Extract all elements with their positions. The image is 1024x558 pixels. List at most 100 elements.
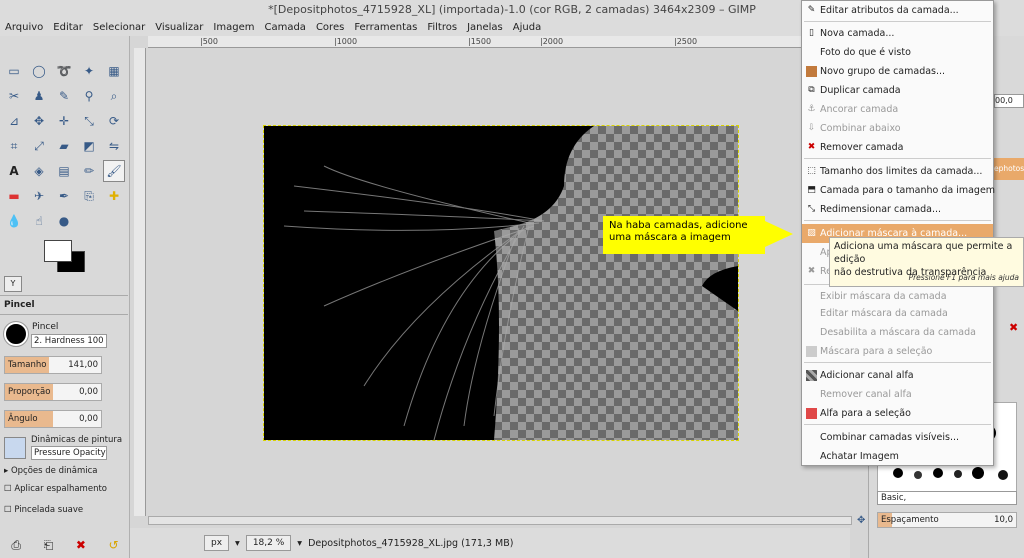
menu-ajuda[interactable]: Ajuda xyxy=(508,20,546,36)
paintbrush-icon[interactable]: 🖌 xyxy=(103,160,125,182)
color-picker-icon[interactable]: ⚲ xyxy=(78,85,100,107)
clone-icon[interactable]: ⎘ xyxy=(78,185,100,207)
align-icon[interactable]: ✛ xyxy=(53,110,75,132)
menu-item-layer-to-image-size[interactable]: ⬒ Camada para o tamanho da imagem xyxy=(802,181,995,200)
ink-icon[interactable]: ✒ xyxy=(53,185,75,207)
menu-item-alpha-to-selection[interactable]: Alfa para a seleção xyxy=(802,404,993,423)
menu-item-boundary-size[interactable]: ⬚ Tamanho dos limites da camada... xyxy=(802,162,993,181)
tool-options-tab[interactable]: Y xyxy=(4,276,22,292)
menu-arquivo[interactable]: Arquivo xyxy=(0,20,48,36)
brush-preview[interactable] xyxy=(3,321,29,347)
menu-item-new-layer[interactable]: ▯ Nova camada... xyxy=(802,24,993,43)
reset-options-icon[interactable]: ↺ xyxy=(109,538,119,552)
smudge-icon[interactable]: ☝ xyxy=(28,210,50,232)
menu-item-flatten[interactable]: Achatar Imagem xyxy=(802,447,993,466)
tooltip-line-1: Adiciona uma máscara que permite a ediçã… xyxy=(834,241,1013,265)
menu-item-new-layer-group[interactable]: Novo grupo de camadas... xyxy=(802,62,993,81)
menu-editar[interactable]: Editar xyxy=(48,20,88,36)
dodge-burn-icon[interactable]: ● xyxy=(53,210,75,232)
zoom-icon[interactable]: ⌕ xyxy=(103,85,125,107)
paths-icon[interactable]: ✎ xyxy=(53,85,75,107)
tool-options-panel: Y Pincel Pincel 2. Hardness 100 Tamanho 1… xyxy=(0,272,128,530)
menu-ferramentas[interactable]: Ferramentas xyxy=(349,20,422,36)
restore-options-icon[interactable]: ⎗ xyxy=(44,538,54,553)
unit-select[interactable]: px xyxy=(204,535,230,551)
ruler-tick: |2000 xyxy=(540,37,564,46)
image-canvas[interactable] xyxy=(263,125,739,441)
lasso-icon[interactable]: ➰ xyxy=(53,60,75,82)
menu-item-add-alpha[interactable]: Adicionar canal alfa xyxy=(802,366,993,385)
dynamics-options-expander[interactable]: ▸ Opções de dinâmica xyxy=(4,466,98,476)
rotate-icon[interactable]: ⟳ xyxy=(103,110,125,132)
menu-cores[interactable]: Cores xyxy=(311,20,349,36)
blur-icon[interactable]: 💧 xyxy=(3,210,25,232)
fuzzy-select-icon[interactable]: ✦ xyxy=(78,60,100,82)
measure-icon[interactable]: ⊿ xyxy=(3,110,25,132)
navigate-icon[interactable]: ✥ xyxy=(857,515,865,526)
menu-item-anchor[interactable]: ⚓ Ancorar camada xyxy=(802,100,993,119)
airbrush-icon[interactable]: ✈ xyxy=(28,185,50,207)
callout-line-1: Na haba camadas, adicione xyxy=(609,220,748,231)
unit-dropdown-icon[interactable]: ▾ xyxy=(235,538,240,549)
dynamics-field[interactable]: Pressure Opacity xyxy=(31,446,107,460)
smooth-stroke-checkbox[interactable]: ☐ Pincelada suave xyxy=(4,505,83,515)
eraser-icon[interactable]: ▬ xyxy=(3,185,25,207)
color-select-icon[interactable]: ▦ xyxy=(103,60,125,82)
heal-icon[interactable]: ✚ xyxy=(103,185,125,207)
menu-item-duplicate[interactable]: ⧉ Duplicar camada xyxy=(802,81,993,100)
size-slider[interactable]: Tamanho 141,00 xyxy=(4,356,102,374)
menu-item-new-from-visible[interactable]: Foto do que é visto xyxy=(802,43,993,62)
perspective-icon[interactable]: ◩ xyxy=(78,135,100,157)
menu-item-disable-mask[interactable]: Desabilita a máscara da camada xyxy=(802,323,993,342)
menu-camada[interactable]: Camada xyxy=(259,20,310,36)
delete-options-icon[interactable]: ✖ xyxy=(76,538,86,552)
rect-select-icon[interactable]: ▭ xyxy=(3,60,25,82)
menu-janelas[interactable]: Janelas xyxy=(462,20,508,36)
horizontal-scrollbar[interactable] xyxy=(148,516,852,525)
spacing-slider[interactable]: Espaçamento 10,0 xyxy=(877,512,1017,528)
toolbox-bottom-bar: ⎙ ⎗ ✖ ↺ xyxy=(0,532,130,558)
delete-layer-icon[interactable]: ✖ xyxy=(1009,321,1018,334)
menu-visualizar[interactable]: Visualizar xyxy=(150,20,208,36)
apply-jitter-checkbox[interactable]: ☐ Aplicar espalhamento xyxy=(4,484,107,494)
menu-item-remove-alpha[interactable]: Remover canal alfa xyxy=(802,385,993,404)
pencil-icon[interactable]: ✏ xyxy=(78,160,100,182)
shear-icon[interactable]: ▰ xyxy=(53,135,75,157)
gradient-icon[interactable]: ▤ xyxy=(53,160,75,182)
menu-item-merge-visible[interactable]: Combinar camadas visíveis... xyxy=(802,428,993,447)
menu-item-edit-attributes[interactable]: ✎ Editar atributos da camada... xyxy=(802,1,993,20)
layer-item-selected[interactable]: ephotos_ xyxy=(994,158,1024,180)
zoom-dropdown-icon[interactable]: ▾ xyxy=(297,538,302,549)
menu-filtros[interactable]: Filtros xyxy=(422,20,462,36)
dynamics-icon[interactable] xyxy=(4,437,26,459)
layer-context-menu: ✎ Editar atributos da camada... ▯ Nova cam… xyxy=(801,0,995,466)
zoom-field[interactable]: 18,2 % xyxy=(245,535,292,551)
flip-icon[interactable]: ⇋ xyxy=(103,135,125,157)
foreground-select-icon[interactable]: ♟ xyxy=(28,85,50,107)
bucket-fill-icon[interactable]: ◈ xyxy=(28,160,50,182)
menu-imagem[interactable]: Imagem xyxy=(208,20,259,36)
edit-attributes-icon: ✎ xyxy=(807,5,816,15)
menu-separator xyxy=(804,362,991,363)
ratio-slider[interactable]: Proporção 0,00 xyxy=(4,383,102,401)
ellipse-select-icon[interactable]: ◯ xyxy=(28,60,50,82)
scale-icon[interactable]: ⤢ xyxy=(28,135,50,157)
menu-item-mask-to-selection[interactable]: Máscara para a seleção xyxy=(802,342,993,361)
brush-name-field[interactable]: 2. Hardness 100 xyxy=(31,334,107,348)
transform-icon[interactable]: ⤡ xyxy=(78,110,100,132)
save-options-icon[interactable]: ⎙ xyxy=(11,538,21,553)
move-icon[interactable]: ✥ xyxy=(28,110,50,132)
foreground-color[interactable] xyxy=(44,240,72,262)
tutorial-callout: Na haba camadas, adicione uma máscara a … xyxy=(603,216,765,254)
scissors-icon[interactable]: ✂ xyxy=(3,85,25,107)
menu-item-scale-layer[interactable]: ⤡ Redimensionar camada... xyxy=(802,200,993,219)
menu-selecionar[interactable]: Selecionar xyxy=(88,20,150,36)
menu-item-merge-down[interactable]: ⇩ Combinar abaixo xyxy=(802,119,993,138)
opacity-field[interactable]: 00,0 xyxy=(994,94,1024,108)
text-icon[interactable]: A xyxy=(3,160,25,182)
crop-icon[interactable]: ⌗ xyxy=(3,135,25,157)
brush-set-field[interactable]: Basic, xyxy=(877,491,1017,505)
menu-item-delete-layer[interactable]: ✖ Remover camada xyxy=(802,138,993,157)
menu-item-edit-mask[interactable]: Editar máscara da camada xyxy=(802,304,993,323)
angle-slider[interactable]: Ângulo 0,00 xyxy=(4,410,102,428)
